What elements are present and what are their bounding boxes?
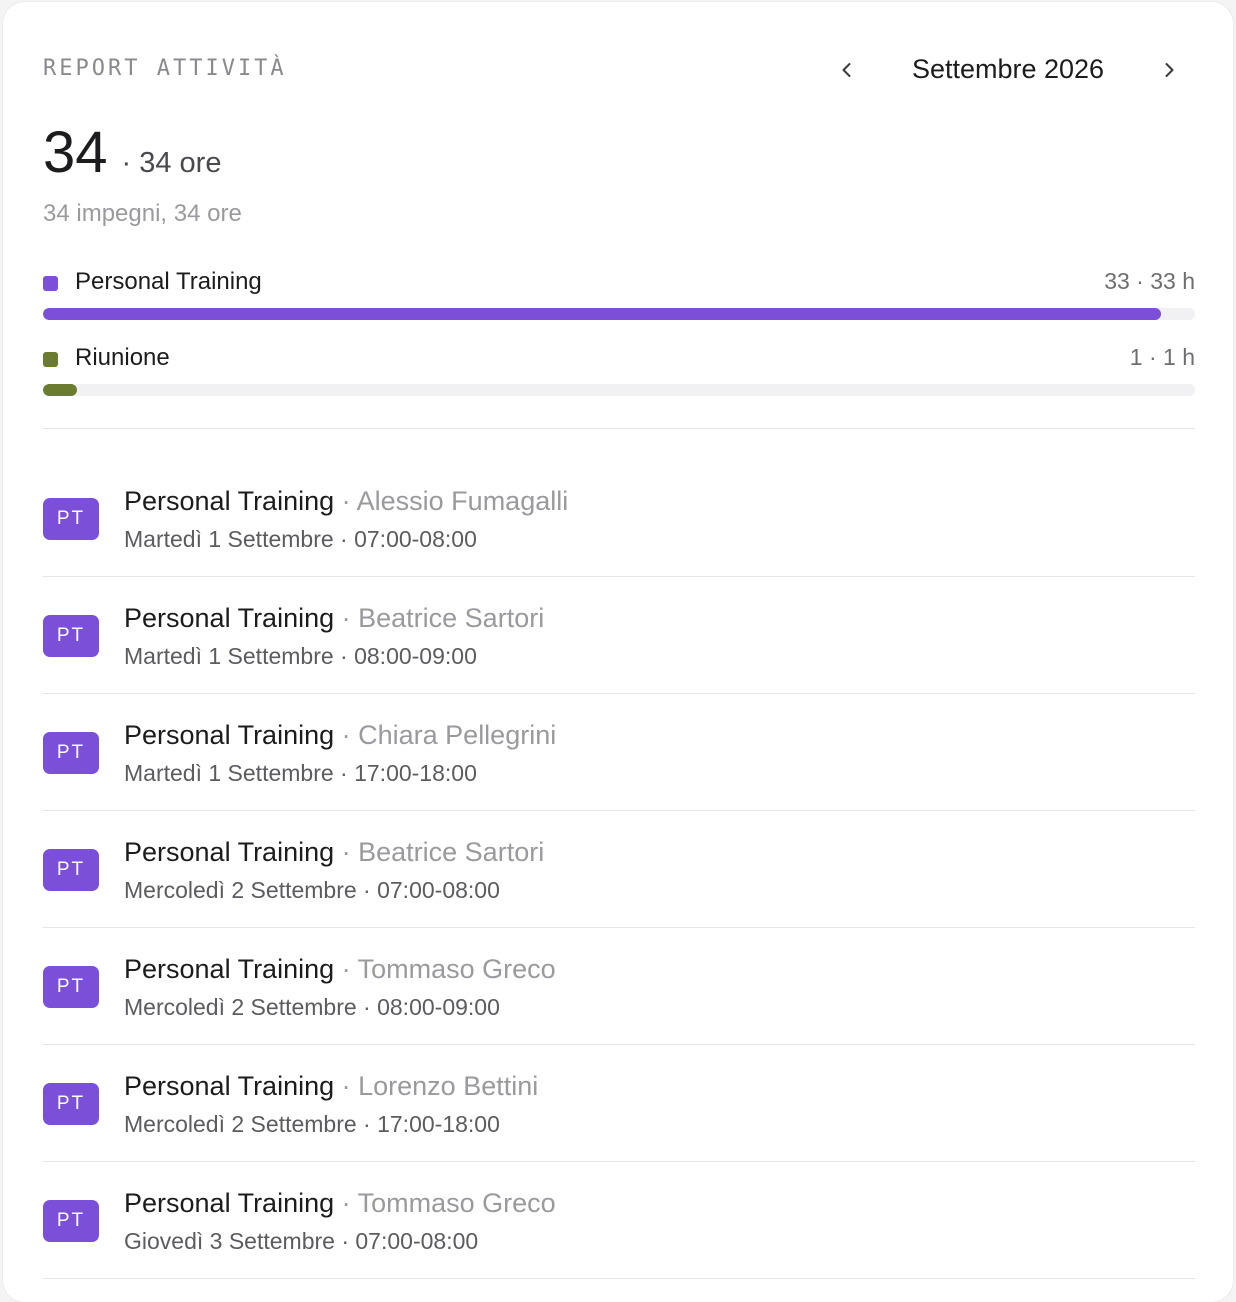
category-badge: PT xyxy=(43,732,99,774)
item-client: Tommaso Greco xyxy=(357,1188,556,1218)
category-count: 33 · 33 h xyxy=(1104,268,1195,294)
item-title-line: Personal Training · Beatrice Sartori xyxy=(124,837,544,868)
category-progress-fill xyxy=(43,308,1162,320)
list-item[interactable]: PT Personal Training · Tommaso Greco Gio… xyxy=(43,1162,1195,1279)
category-progress-fill xyxy=(43,384,77,396)
category-header: Riunione 1 · 1 h xyxy=(43,344,1195,374)
category-badge: PT xyxy=(43,849,99,891)
chevron-right-icon xyxy=(1165,63,1174,77)
item-title-line: Personal Training · Tommaso Greco xyxy=(124,1188,556,1219)
item-separator: · xyxy=(334,954,358,984)
summary-subtitle: 34 impegni, 34 ore xyxy=(43,200,242,227)
item-client: Beatrice Sartori xyxy=(358,603,545,633)
item-title: Personal Training xyxy=(124,837,335,867)
previous-month-button[interactable] xyxy=(831,54,863,86)
item-client: Lorenzo Bettini xyxy=(358,1071,539,1101)
category-count: 1 · 1 h xyxy=(1129,344,1195,370)
item-title-line: Personal Training · Beatrice Sartori xyxy=(124,603,544,634)
total-hours: · 34 ore xyxy=(121,147,222,179)
item-datetime: Martedì 1 Settembre · 08:00-09:00 xyxy=(124,643,477,669)
category-name: Personal Training xyxy=(75,268,262,295)
category-badge: PT xyxy=(43,966,99,1008)
list-item[interactable]: PT Personal Training · Lorenzo Bettini M… xyxy=(43,1045,1195,1162)
item-client: Alessio Fumagalli xyxy=(356,486,569,516)
item-separator: · xyxy=(334,1188,358,1218)
item-client: Beatrice Sartori xyxy=(358,837,545,867)
category-name: Riunione xyxy=(75,344,170,371)
item-datetime: Martedì 1 Settembre · 07:00-08:00 xyxy=(124,526,477,552)
category-riunione: Riunione 1 · 1 h xyxy=(43,344,1195,396)
list-item[interactable]: PT Personal Training · Tommaso Greco Mer… xyxy=(43,928,1195,1045)
item-separator: · xyxy=(334,837,359,867)
item-datetime: Mercoledì 2 Settembre · 07:00-08:00 xyxy=(124,877,500,903)
category-progress-track xyxy=(43,384,1195,396)
item-title: Personal Training xyxy=(124,1071,335,1101)
category-personal-training: Personal Training 33 · 33 h xyxy=(43,268,1195,320)
item-datetime: Martedì 1 Settembre · 17:00-18:00 xyxy=(124,760,477,786)
current-month-label: Settembre 2026 xyxy=(911,54,1105,84)
section-divider xyxy=(43,428,1195,429)
item-datetime: Mercoledì 2 Settembre · 17:00-18:00 xyxy=(124,1111,500,1137)
report-header: REPORT ATTIVITÀ Settembre 2026 xyxy=(43,54,1195,86)
chevron-left-icon xyxy=(842,63,851,77)
list-item[interactable]: PT Personal Training · Beatrice Sartori … xyxy=(43,811,1195,928)
total-count: 34 xyxy=(43,120,108,185)
item-title-line: Personal Training · Alessio Fumagalli xyxy=(124,486,568,517)
category-badge: PT xyxy=(43,615,99,657)
item-separator: · xyxy=(334,486,357,516)
activity-report-card: REPORT ATTIVITÀ Settembre 2026 34 · 34 o… xyxy=(3,2,1233,1302)
appointment-list: PT Personal Training · Alessio Fumagalli… xyxy=(43,460,1195,1279)
item-separator: · xyxy=(334,603,359,633)
list-item[interactable]: PT Personal Training · Alessio Fumagalli… xyxy=(43,460,1195,577)
item-datetime: Giovedì 3 Settembre · 07:00-08:00 xyxy=(124,1228,479,1254)
category-badge: PT xyxy=(43,498,99,540)
item-separator: · xyxy=(334,1071,359,1101)
category-color-dot xyxy=(43,276,58,291)
item-title-line: Personal Training · Tommaso Greco xyxy=(124,954,556,985)
item-title: Personal Training xyxy=(124,603,335,633)
item-client: Tommaso Greco xyxy=(357,954,556,984)
item-separator: · xyxy=(334,720,359,750)
category-progress-track xyxy=(43,308,1195,320)
category-badge: PT xyxy=(43,1200,99,1242)
list-item[interactable]: PT Personal Training · Beatrice Sartori … xyxy=(43,577,1195,694)
category-header: Personal Training 33 · 33 h xyxy=(43,268,1195,298)
item-title: Personal Training xyxy=(124,720,335,750)
section-title: REPORT ATTIVITÀ xyxy=(43,56,287,81)
item-datetime: Mercoledì 2 Settembre · 08:00-09:00 xyxy=(124,994,500,1020)
item-title: Personal Training xyxy=(124,1188,335,1218)
category-badge: PT xyxy=(43,1083,99,1125)
item-title-line: Personal Training · Chiara Pellegrini xyxy=(124,720,556,751)
item-title: Personal Training xyxy=(124,486,335,516)
item-title: Personal Training xyxy=(124,954,335,984)
next-month-button[interactable] xyxy=(1153,54,1185,86)
category-color-dot xyxy=(43,352,58,367)
item-client: Chiara Pellegrini xyxy=(358,720,557,750)
total-summary: 34 · 34 ore xyxy=(43,124,221,194)
list-item[interactable]: PT Personal Training · Chiara Pellegrini… xyxy=(43,694,1195,811)
item-title-line: Personal Training · Lorenzo Bettini xyxy=(124,1071,538,1102)
